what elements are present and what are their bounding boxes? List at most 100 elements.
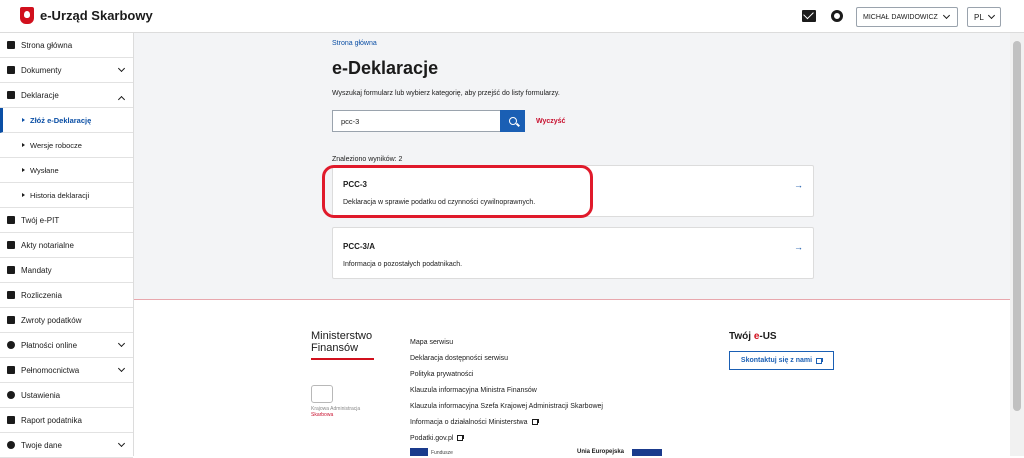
sidebar: Strona główna Dokumenty Deklaracje Złóż … bbox=[0, 33, 134, 458]
sidebar-subitem-sent[interactable]: Wysłane bbox=[0, 158, 133, 183]
footer-link-label: Informacja o działalności Ministerstwa bbox=[410, 418, 528, 426]
clear-button[interactable]: Wyczyść bbox=[536, 118, 565, 125]
ministry-logo-bar bbox=[311, 358, 374, 360]
eus-prefix: Twój bbox=[729, 331, 754, 342]
sidebar-item-settings[interactable]: Ustawienia bbox=[0, 383, 133, 408]
proxy-icon bbox=[7, 366, 15, 374]
footer-link-privacy[interactable]: Polityka prywatności bbox=[410, 366, 603, 382]
sidebar-item-proxies[interactable]: Pełnomocnictwa bbox=[0, 358, 133, 383]
settings-icon bbox=[7, 391, 15, 399]
user-menu-button[interactable]: MICHAŁ DAWIDOWICZ bbox=[856, 7, 958, 27]
language-button[interactable]: PL bbox=[967, 7, 1001, 27]
sidebar-item-label: Mandaty bbox=[21, 265, 52, 275]
eus-heading: Twój e-US bbox=[729, 331, 777, 342]
sidebar-item-label: Twój e-PIT bbox=[21, 215, 60, 225]
ministry-name: Ministerstwo Finansów bbox=[311, 330, 373, 354]
contact-label: Skontaktuj się z nami bbox=[740, 357, 813, 364]
funds-text: Fundusze bbox=[431, 450, 453, 456]
user-icon bbox=[7, 441, 15, 449]
sidebar-item-label: Wysłane bbox=[30, 165, 59, 175]
sidebar-item-label: Raport podatnika bbox=[21, 415, 82, 425]
footer-link-ministry-info[interactable]: Informacja o działalności Ministerstwa bbox=[410, 414, 603, 430]
footer-link-label: Deklaracja dostępności serwisu bbox=[410, 354, 509, 362]
sidebar-item-refunds[interactable]: Zwroty podatków bbox=[0, 308, 133, 333]
sidebar-item-label: Ustawienia bbox=[21, 390, 61, 400]
scrollbar[interactable] bbox=[1010, 33, 1024, 456]
gear-icon[interactable] bbox=[831, 10, 843, 22]
footer-link-clause-kas[interactable]: Klauzula informacyjna Szefa Krajowej Adm… bbox=[410, 398, 603, 414]
contact-button[interactable]: Skontaktuj się z nami bbox=[729, 351, 834, 370]
search-input[interactable] bbox=[332, 110, 501, 132]
result-code: PCC-3/A bbox=[343, 242, 376, 251]
report-icon bbox=[7, 416, 15, 424]
hammer-icon bbox=[7, 266, 15, 274]
document-icon bbox=[7, 66, 15, 74]
highlight-annotation bbox=[322, 165, 593, 218]
sidebar-subitem-history[interactable]: Historia deklaracji bbox=[0, 183, 133, 208]
sidebar-item-notary[interactable]: Akty notarialne bbox=[0, 233, 133, 258]
footer-link-accessibility[interactable]: Deklaracja dostępności serwisu bbox=[410, 350, 603, 366]
footer-link-clause-minister[interactable]: Klauzula informacyjna Ministra Finansów bbox=[410, 382, 603, 398]
notary-icon bbox=[7, 241, 15, 249]
sidebar-item-report[interactable]: Raport podatnika bbox=[0, 408, 133, 433]
payment-icon bbox=[7, 341, 15, 349]
chevron-down-icon bbox=[117, 64, 126, 73]
mail-icon[interactable] bbox=[802, 10, 816, 22]
footer-link-label: Klauzula informacyjna Szefa Krajowej Adm… bbox=[410, 402, 603, 410]
sidebar-subitem-drafts[interactable]: Wersje robocze bbox=[0, 133, 133, 158]
footer-links: Mapa serwisu Deklaracja dostępności serw… bbox=[410, 334, 603, 446]
eagle-icon bbox=[20, 7, 34, 24]
chevron-down-icon bbox=[117, 339, 126, 348]
chevron-up-icon bbox=[117, 95, 126, 104]
page-title: e-Deklaracje bbox=[332, 58, 439, 78]
sidebar-item-home[interactable]: Strona główna bbox=[0, 33, 133, 58]
declaration-icon bbox=[7, 91, 15, 99]
ministry-logo[interactable]: Ministerstwo Finansów bbox=[311, 330, 377, 360]
arrow-right-icon: → bbox=[794, 180, 803, 190]
sidebar-item-epit[interactable]: Twój e-PIT bbox=[0, 208, 133, 233]
eus-suffix: -US bbox=[759, 331, 777, 342]
sidebar-item-label: Akty notarialne bbox=[21, 240, 74, 250]
sidebar-item-label: Twoje dane bbox=[21, 440, 62, 450]
breadcrumb[interactable]: Strona główna bbox=[332, 40, 377, 47]
footer-link-label: Polityka prywatności bbox=[410, 370, 474, 378]
external-link-icon bbox=[816, 357, 824, 364]
result-description: Informacja o pozostałych podatnikach. bbox=[343, 261, 463, 268]
kas-logo[interactable]: Krajowa Administracja Skarbowa bbox=[311, 385, 360, 418]
sidebar-item-label: Złóż e-Deklarację bbox=[30, 115, 92, 125]
sidebar-item-label: Dokumenty bbox=[21, 65, 62, 75]
result-card-pcc3a[interactable]: PCC-3/A Informacja o pozostałych podatni… bbox=[332, 227, 814, 279]
scrollbar-thumb[interactable] bbox=[1013, 41, 1021, 411]
sidebar-item-label: Deklaracje bbox=[21, 90, 59, 100]
pit-icon bbox=[7, 216, 15, 224]
footer-link-podatki[interactable]: Podatki.gov.pl bbox=[410, 430, 603, 446]
app-name: e-Urząd Skarbowy bbox=[40, 8, 153, 23]
sidebar-item-label: Strona główna bbox=[21, 40, 73, 50]
sidebar-item-label: Wersje robocze bbox=[30, 140, 82, 150]
refund-icon bbox=[7, 316, 15, 324]
page-description: Wyszukaj formularz lub wybierz kategorię… bbox=[332, 90, 560, 97]
sidebar-item-declarations[interactable]: Deklaracje bbox=[0, 83, 133, 108]
sidebar-item-label: Rozliczenia bbox=[21, 290, 62, 300]
chevron-down-icon bbox=[942, 11, 950, 20]
wallet-icon bbox=[7, 291, 15, 299]
sidebar-item-your-data[interactable]: Twoje dane bbox=[0, 433, 133, 458]
language-label: PL bbox=[974, 12, 984, 22]
search-button[interactable] bbox=[500, 110, 525, 132]
sidebar-item-payments[interactable]: Płatności online bbox=[0, 333, 133, 358]
sidebar-subitem-submit[interactable]: Złóż e-Deklarację bbox=[0, 108, 133, 133]
chevron-down-icon bbox=[117, 364, 126, 373]
app-logo[interactable]: e-Urząd Skarbowy bbox=[20, 7, 153, 24]
eu-text: Unia Europejska bbox=[577, 449, 625, 455]
user-name: MICHAŁ DAWIDOWICZ bbox=[863, 13, 938, 21]
footer-link-label: Mapa serwisu bbox=[410, 338, 454, 346]
external-link-icon bbox=[457, 435, 465, 441]
footer-link-sitemap[interactable]: Mapa serwisu bbox=[410, 334, 603, 350]
sidebar-item-fines[interactable]: Mandaty bbox=[0, 258, 133, 283]
chevron-down-icon bbox=[117, 439, 126, 448]
sidebar-item-settlements[interactable]: Rozliczenia bbox=[0, 283, 133, 308]
external-link-icon bbox=[531, 419, 539, 425]
sidebar-item-documents[interactable]: Dokumenty bbox=[0, 58, 133, 83]
results-count: Znaleziono wyników: 2 bbox=[332, 156, 403, 163]
sidebar-item-label: Historia deklaracji bbox=[30, 190, 90, 200]
